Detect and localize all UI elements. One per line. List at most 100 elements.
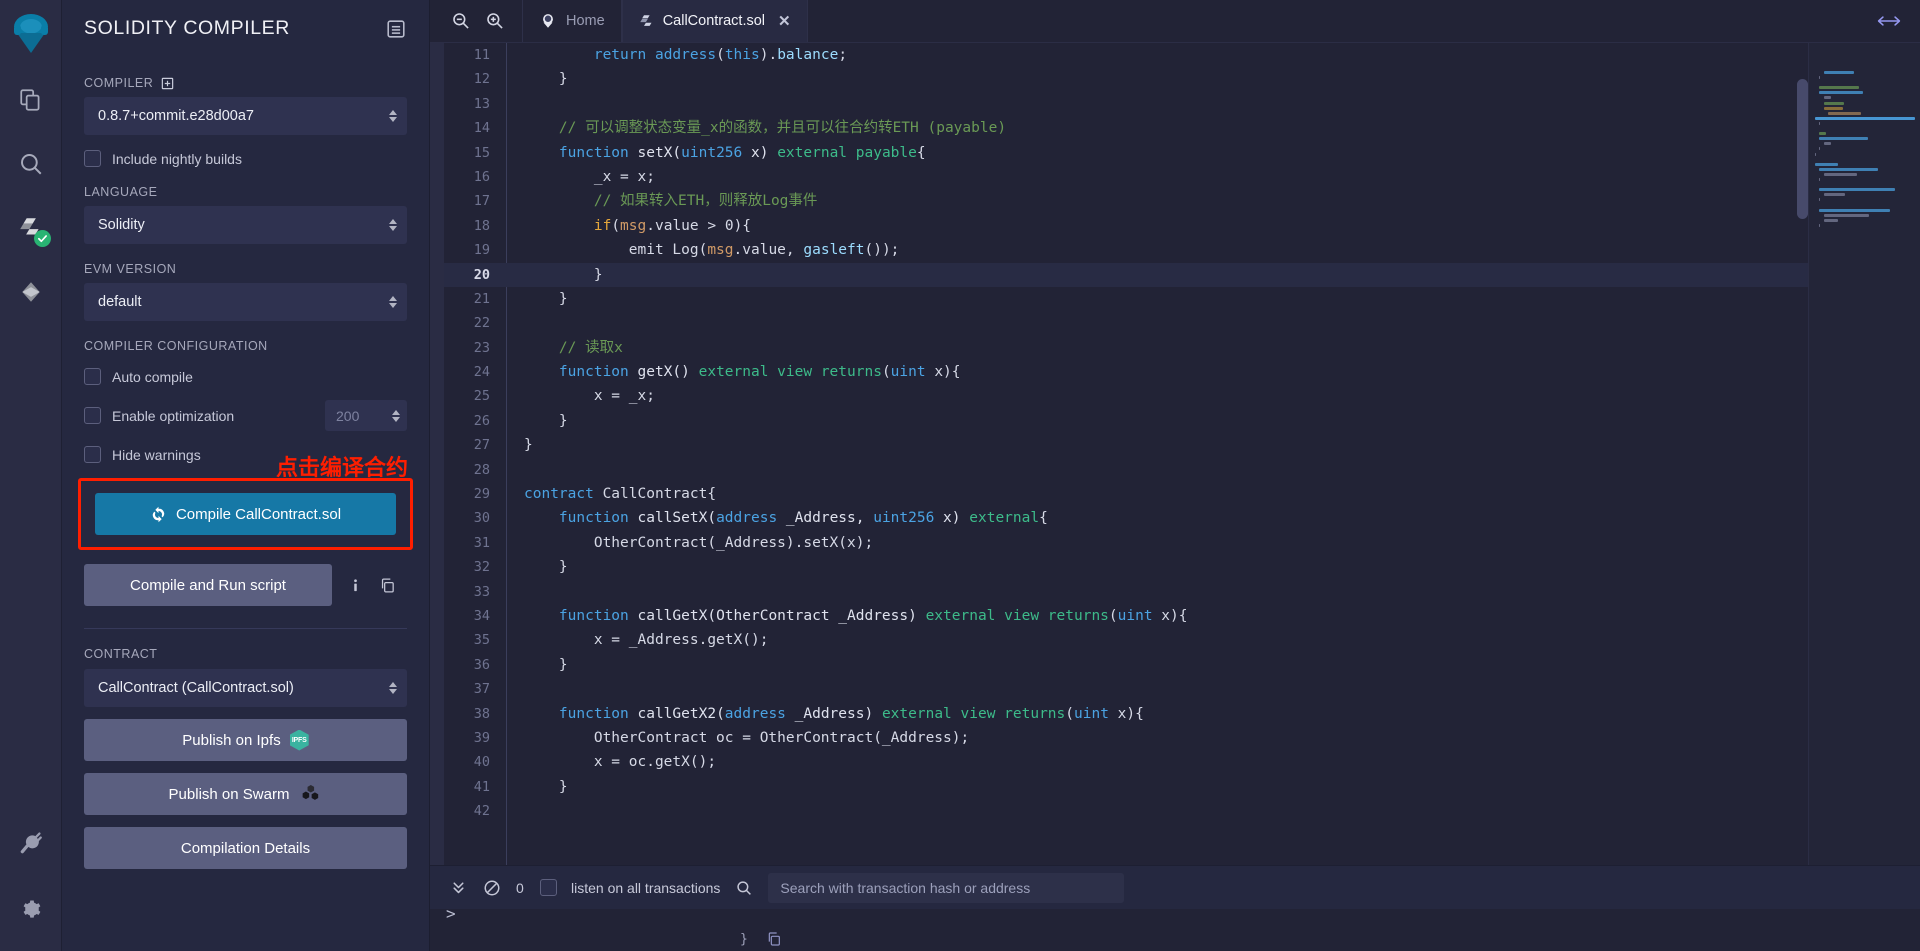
code-line[interactable]: 29contract CallContract{ — [444, 482, 1920, 506]
code-line[interactable]: 19 emit Log(msg.value, gasleft()); — [444, 238, 1920, 262]
ban-icon[interactable] — [482, 879, 502, 897]
listen-all-transactions-checkbox[interactable] — [540, 879, 557, 896]
expand-horizontal-icon[interactable] — [1876, 0, 1920, 42]
code-line[interactable]: 28 — [444, 458, 1920, 482]
code-line[interactable]: 31 OtherContract(_Address).setX(x); — [444, 531, 1920, 555]
editor-minimap[interactable] — [1808, 43, 1920, 865]
tab-callcontract-sol[interactable]: CallContract.sol ✕ — [622, 0, 808, 42]
code-line[interactable]: 18 if(msg.value > 0){ — [444, 214, 1920, 238]
code-line[interactable]: 11 return address(this).balance; — [444, 43, 1920, 67]
terminal-body[interactable]: } > — [430, 909, 1920, 951]
code-line[interactable]: 34 function callGetX(OtherContract _Addr… — [444, 604, 1920, 628]
code-line[interactable]: 22 — [444, 311, 1920, 335]
code-line[interactable]: 36 } — [444, 653, 1920, 677]
minimap-line — [1824, 219, 1839, 222]
code-line[interactable]: 14 // 可以调整状态变量_x的函数，并且可以往合约转ETH (payable… — [444, 116, 1920, 140]
code-line[interactable]: 42 — [444, 799, 1920, 823]
close-icon[interactable]: ✕ — [778, 12, 791, 30]
contract-select[interactable]: CallContract (CallContract.sol) — [84, 669, 407, 707]
hide-warnings-checkbox[interactable] — [84, 446, 101, 463]
code-line[interactable]: 39 OtherContract oc = OtherContract(_Add… — [444, 726, 1920, 750]
copy-icon[interactable] — [378, 577, 396, 594]
code-line[interactable]: 13 — [444, 92, 1920, 116]
panel-toggle-icon[interactable] — [385, 18, 407, 40]
code-line[interactable]: 23 // 读取x — [444, 336, 1920, 360]
code-line[interactable]: 16 _x = x; — [444, 165, 1920, 189]
terminal-prompt[interactable]: > — [446, 904, 456, 923]
remix-logo-icon[interactable] — [5, 8, 57, 60]
compile-and-run-button[interactable]: Compile and Run script — [84, 564, 332, 606]
code-line-text: _x = x; — [506, 165, 655, 189]
code-scroll-area[interactable]: 11 return address(this).balance;12 }1314… — [444, 43, 1920, 865]
chevron-updown-icon — [389, 296, 397, 308]
compile-button[interactable]: Compile CallContract.sol — [95, 493, 396, 535]
chevron-double-down-icon[interactable] — [448, 879, 468, 896]
code-lines[interactable]: 11 return address(this).balance;12 }1314… — [444, 43, 1920, 824]
code-line[interactable]: 12 } — [444, 67, 1920, 91]
minimap-line — [1824, 193, 1845, 196]
evm-version-select[interactable]: default — [84, 283, 407, 321]
tab-label: CallContract.sol — [663, 13, 765, 29]
copy-icon[interactable] — [766, 931, 782, 947]
code-line[interactable]: 26 } — [444, 409, 1920, 433]
zoom-in-icon[interactable] — [484, 10, 506, 32]
auto-compile-checkbox[interactable] — [84, 368, 101, 385]
code-line[interactable]: 21 } — [444, 287, 1920, 311]
code-line[interactable]: 20 } — [444, 263, 1920, 287]
language-select[interactable]: Solidity — [84, 206, 407, 244]
code-line-text: } — [506, 287, 568, 311]
line-number: 41 — [444, 775, 506, 799]
code-line[interactable]: 32 } — [444, 555, 1920, 579]
transaction-search-input[interactable] — [768, 873, 1124, 903]
chevron-updown-icon — [389, 110, 397, 122]
code-line-text: contract CallContract{ — [506, 482, 716, 506]
include-nightly-row[interactable]: Include nightly builds — [84, 150, 407, 167]
file-explorer-icon[interactable] — [11, 80, 51, 120]
code-line-text: x = _x; — [506, 384, 655, 408]
code-line[interactable]: 30 function callSetX(address _Address, u… — [444, 506, 1920, 530]
code-line[interactable]: 35 x = _Address.getX(); — [444, 628, 1920, 652]
code-line[interactable]: 40 x = oc.getX(); — [444, 750, 1920, 774]
search-icon[interactable] — [734, 879, 754, 897]
code-line[interactable]: 24 function getX() external view returns… — [444, 360, 1920, 384]
compilation-details-button[interactable]: Compilation Details — [84, 827, 407, 869]
publish-on-ipfs-button[interactable]: Publish on Ipfs IPFS — [84, 719, 407, 761]
code-line[interactable]: 33 — [444, 580, 1920, 604]
compile-button-label: Compile CallContract.sol — [176, 506, 341, 523]
code-line[interactable]: 25 x = _x; — [444, 384, 1920, 408]
solidity-compiler-icon[interactable] — [11, 208, 51, 248]
minimap-line — [1819, 122, 1820, 125]
plus-square-icon[interactable] — [161, 77, 174, 90]
code-line[interactable]: 15 function setX(uint256 x) external pay… — [444, 141, 1920, 165]
deploy-run-icon[interactable] — [11, 272, 51, 312]
optimization-runs-value: 200 — [336, 408, 359, 424]
enable-optimization-checkbox[interactable] — [84, 407, 101, 424]
settings-icon[interactable] — [11, 889, 51, 929]
code-line-text: function callSetX(address _Address, uint… — [506, 506, 1048, 530]
line-number: 38 — [444, 702, 506, 726]
plugin-manager-icon[interactable] — [11, 823, 51, 863]
line-number: 13 — [444, 92, 506, 116]
code-line[interactable]: 41 } — [444, 775, 1920, 799]
auto-compile-row[interactable]: Auto compile — [84, 368, 407, 385]
editor-vertical-scrollbar[interactable] — [1797, 79, 1808, 219]
code-line[interactable]: 27} — [444, 433, 1920, 457]
minimap-line — [1819, 76, 1820, 79]
compile-highlight-box: 点击编译合约 Compile CallContract.sol — [78, 478, 413, 550]
publish-on-swarm-button[interactable]: Publish on Swarm — [84, 773, 407, 815]
editor-left-strip — [430, 43, 444, 865]
tab-home[interactable]: Home — [522, 0, 622, 42]
minimap-line — [1819, 86, 1859, 89]
search-icon[interactable] — [11, 144, 51, 184]
code-line[interactable]: 37 — [444, 677, 1920, 701]
zoom-out-icon[interactable] — [450, 10, 472, 32]
minimap-line — [1824, 214, 1869, 217]
code-line[interactable]: 17 // 如果转入ETH，则释放Log事件 — [444, 189, 1920, 213]
code-line[interactable]: 38 function callGetX2(address _Address) … — [444, 702, 1920, 726]
optimization-runs-stepper[interactable]: 200 — [325, 400, 407, 431]
compiler-version-select[interactable]: 0.8.7+commit.e28d00a7 — [84, 97, 407, 135]
info-icon[interactable] — [346, 577, 364, 594]
include-nightly-checkbox[interactable] — [84, 150, 101, 167]
enable-optimization-row[interactable]: Enable optimization 200 — [84, 400, 407, 431]
minimap-line — [1815, 117, 1915, 120]
